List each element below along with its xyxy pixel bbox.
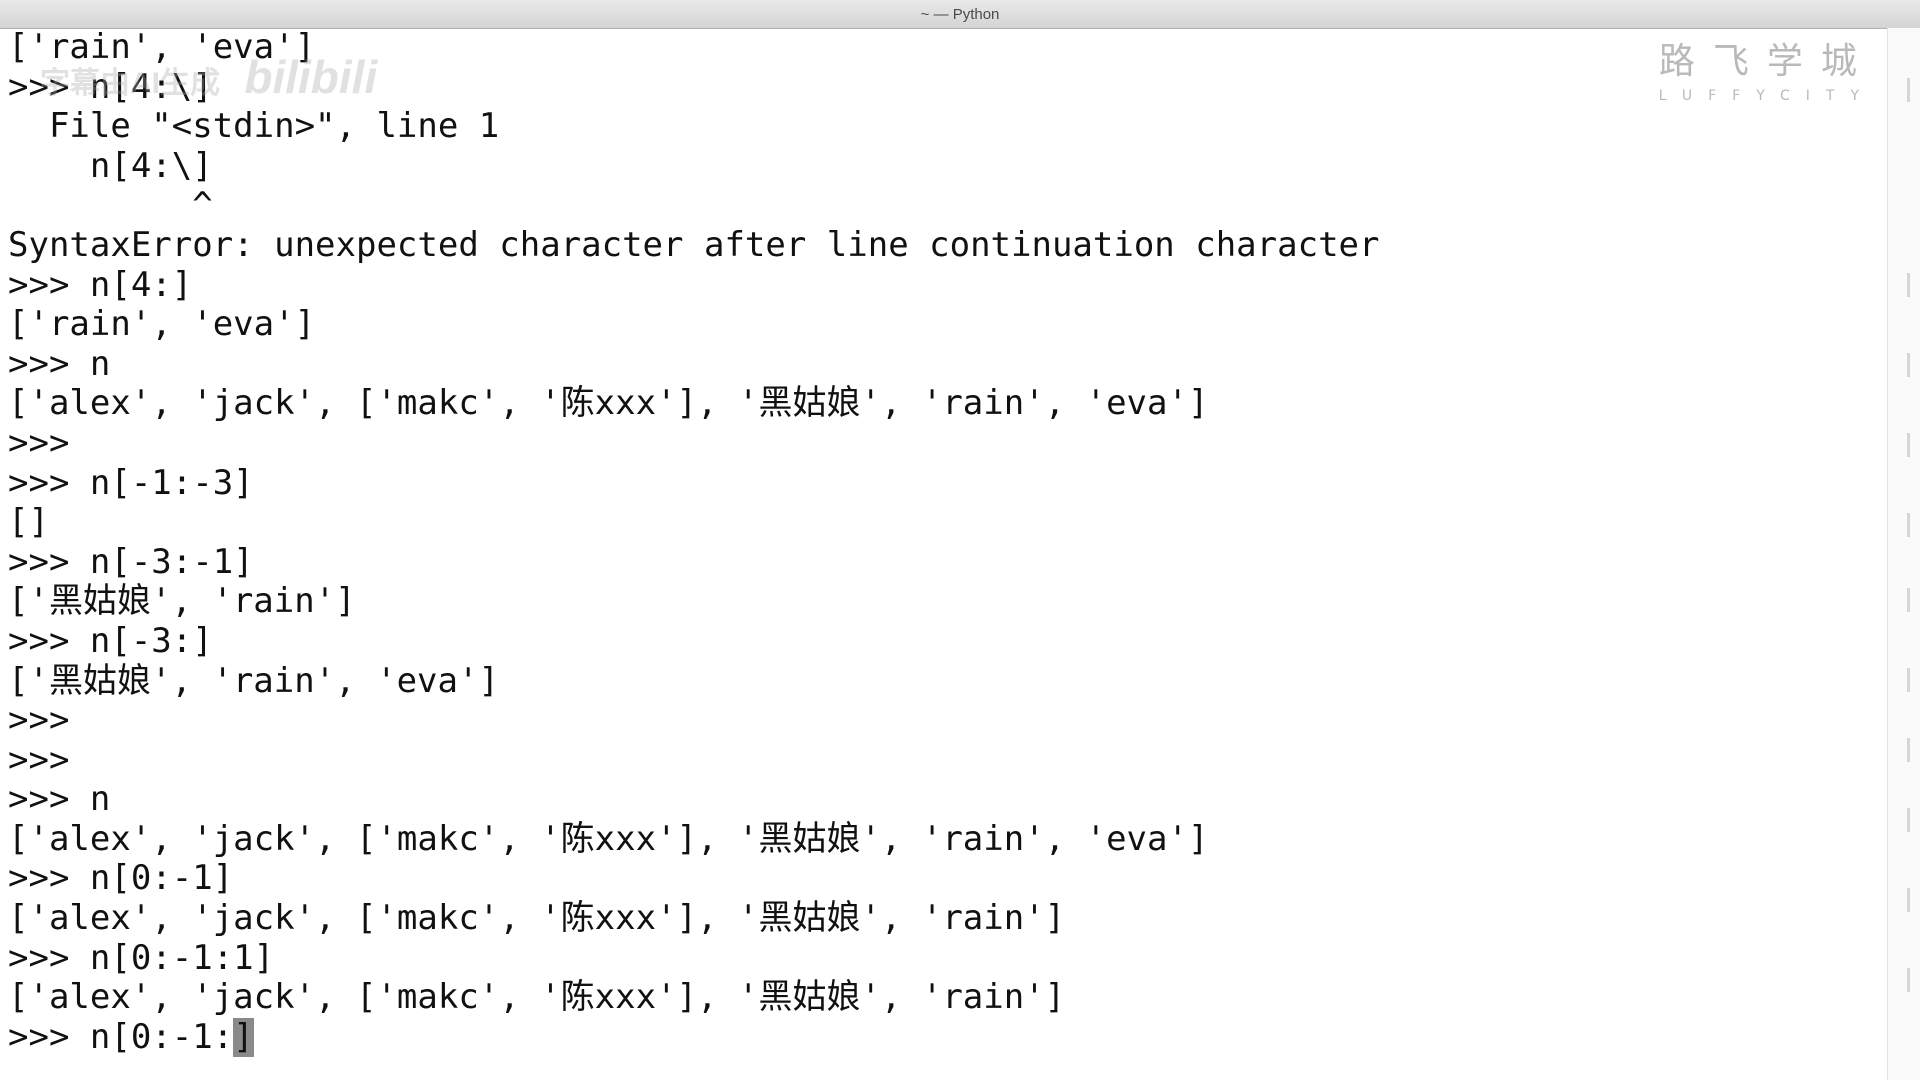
scroll-marker [1907,968,1910,992]
scroll-marker [1907,588,1910,612]
terminal-line: >>> n[4:] [8,265,193,305]
scroll-marker [1907,888,1910,912]
bilibili-logo: bilibili [244,51,378,103]
input-text: >>> n[0:-1: [8,1017,234,1057]
terminal-line: ['alex', 'jack', ['makc', '陈xxx'], '黑姑娘'… [8,899,1066,939]
logo-en-text: LUFFYCITY [1658,88,1875,104]
terminal-line: >>> n[0:-1:1] [8,938,275,978]
terminal-line: ['alex', 'jack', ['makc', '陈xxx'], '黑姑娘'… [8,819,1209,859]
terminal-line: SyntaxError: unexpected character after … [8,225,1380,265]
terminal-line: >>> n[-3:-1] [8,542,254,582]
logo-cn-text: 路飞学城 [1658,41,1875,82]
terminal-line: ['黑姑娘', 'rain', 'eva'] [8,661,499,701]
luffycity-logo: 路飞学城 LUFFYCITY [1659,32,1875,104]
scroll-marker [1907,78,1910,102]
window-title: ~ — Python [920,5,1000,23]
scroll-marker [1907,513,1910,537]
terminal-line: ['alex', 'jack', ['makc', '陈xxx'], '黑姑娘'… [8,384,1209,424]
terminal-line: >>> [8,701,70,741]
subtitle-watermark: 字幕由AI生成 bilibili [40,50,377,104]
terminal-line: ['黑姑娘', 'rain'] [8,582,356,622]
terminal-line: >>> [8,423,70,463]
scroll-marker [1907,433,1910,457]
text-cursor: ] [233,1017,254,1057]
terminal-line: >>> n[-3:] [8,621,213,661]
terminal-line: ['rain', 'eva'] [8,305,316,345]
terminal-line: ^ [8,186,213,226]
terminal-line: >>> [8,740,70,780]
scroll-marker [1907,738,1910,762]
terminal-input-line[interactable]: >>> n[0:-1:] [8,1017,1888,1058]
terminal-line: >>> n [8,780,111,820]
terminal-output[interactable]: ['rain', 'eva'] >>> n[4:\] File "<stdin>… [8,28,1888,1080]
terminal-line: n[4:\] [8,146,213,186]
scroll-marker [1907,808,1910,832]
terminal-line: >>> n[-1:-3] [8,463,254,503]
watermark-text: 字幕由AI生成 [40,67,229,100]
scroll-marker [1907,668,1910,692]
vertical-scrollbar[interactable] [1887,28,1920,1080]
scroll-marker [1907,273,1910,297]
terminal-line: >>> n [8,344,111,384]
terminal-line: [] [8,503,49,543]
scroll-marker [1907,353,1910,377]
window-titlebar[interactable]: ~ — Python [0,0,1920,29]
terminal-line: File "<stdin>", line 1 [8,107,500,147]
terminal-line: >>> n[0:-1] [8,859,234,899]
terminal-line: ['alex', 'jack', ['makc', '陈xxx'], '黑姑娘'… [8,978,1066,1018]
